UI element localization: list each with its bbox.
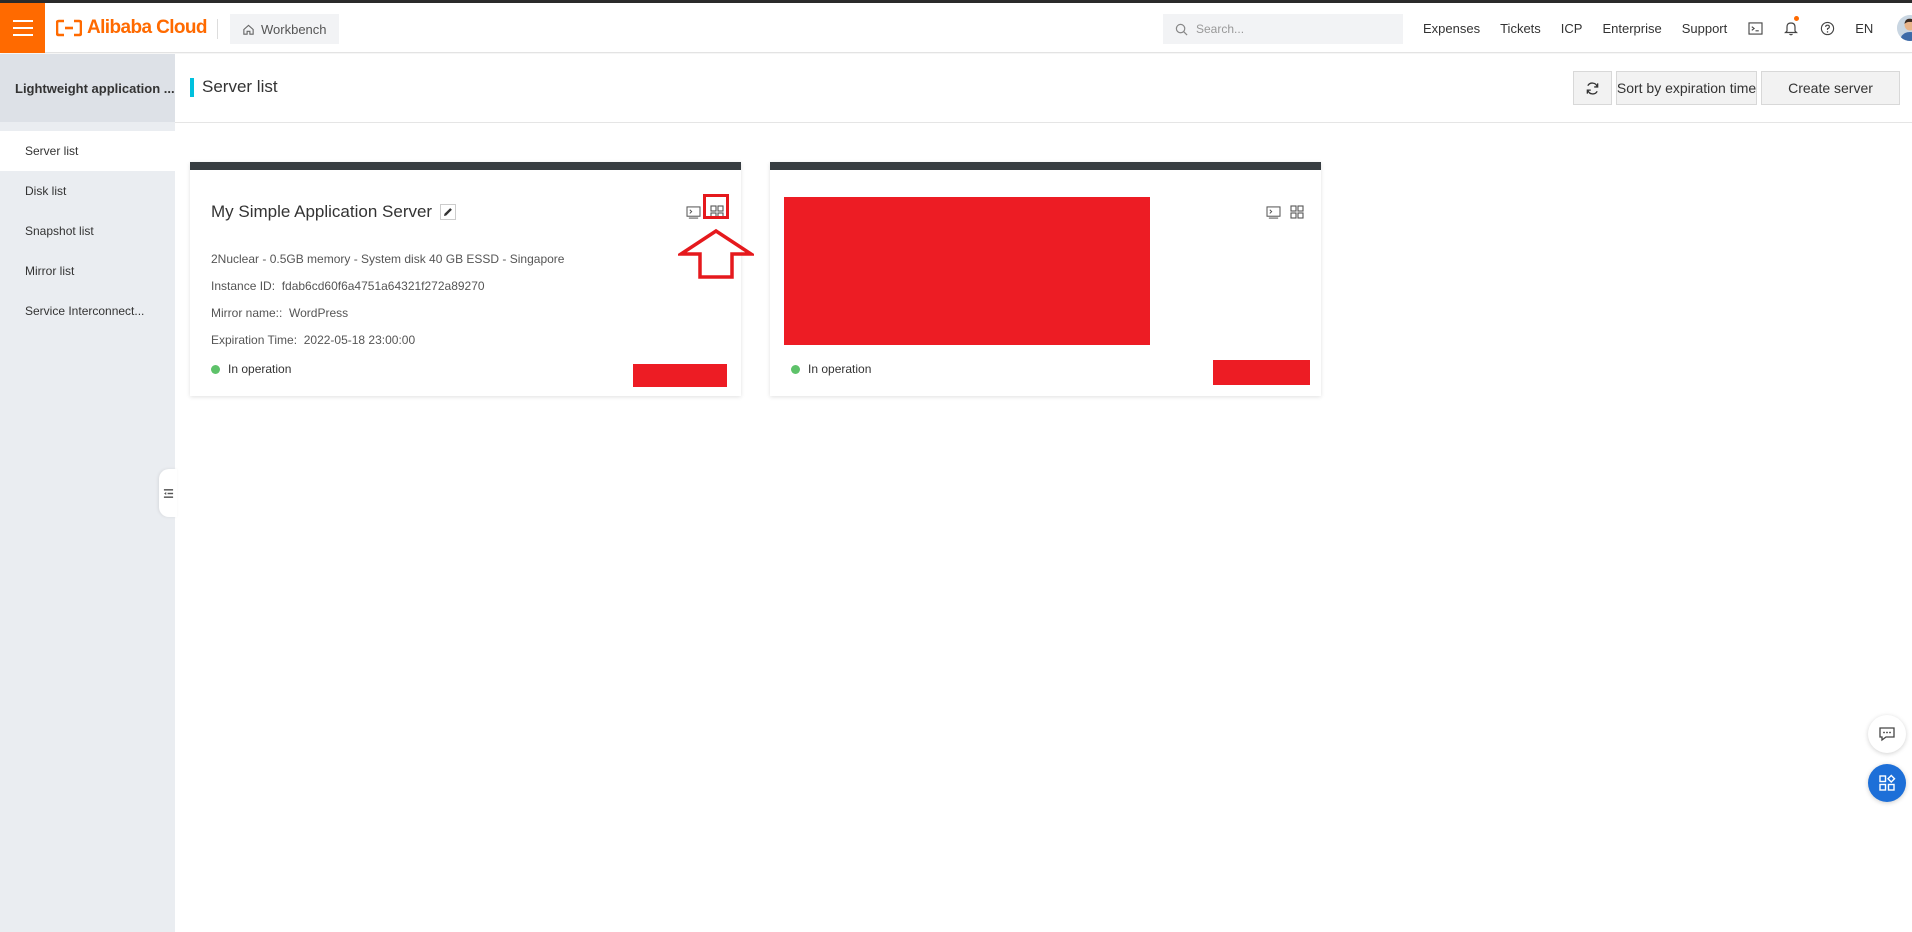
feedback-button[interactable] xyxy=(1868,715,1906,753)
server-card[interactable]: My Simple Application Server 2Nuclear - xyxy=(190,162,741,396)
status-dot xyxy=(791,364,800,374)
pencil-icon xyxy=(444,208,452,216)
annotation-arrow-icon xyxy=(678,228,754,279)
workbench-label: Workbench xyxy=(261,21,327,37)
help-icon xyxy=(1820,21,1834,35)
alibaba-cloud-logo[interactable]: Alibaba Cloud xyxy=(56,15,208,41)
quick-apps-button[interactable] xyxy=(1868,764,1906,802)
title-accent xyxy=(190,78,194,97)
home-icon xyxy=(243,24,254,35)
nav-icp[interactable]: ICP xyxy=(1561,21,1583,36)
spec-expiration: Expiration Time: 2022-05-18 23:00:00 xyxy=(211,327,564,354)
status-dot xyxy=(211,364,220,374)
avatar[interactable] xyxy=(1897,15,1912,41)
logo-icon xyxy=(56,19,82,37)
terminal-button[interactable] xyxy=(1737,3,1773,53)
top-bar: Alibaba Cloud Workbench Expenses Tickets… xyxy=(0,3,1912,53)
app-details-button[interactable] xyxy=(1289,204,1305,220)
logo-text: Alibaba Cloud xyxy=(87,17,208,38)
grid-icon xyxy=(1290,205,1304,219)
nav-support[interactable]: Support xyxy=(1682,21,1728,36)
create-server-button[interactable]: Create server xyxy=(1761,71,1900,105)
help-button[interactable] xyxy=(1809,3,1845,53)
sidebar: Lightweight application ... Server list … xyxy=(0,54,175,932)
redacted-area xyxy=(784,197,1150,345)
server-status: In operation xyxy=(791,362,871,376)
server-card[interactable]: In operation xyxy=(770,162,1321,396)
instance-id-label: Instance ID: xyxy=(211,279,276,293)
workbench-button[interactable]: Workbench xyxy=(230,14,339,44)
terminal-icon xyxy=(1748,21,1763,35)
sidebar-item-snapshot-list[interactable]: Snapshot list xyxy=(0,211,175,251)
terminal-icon xyxy=(685,205,701,219)
apps-icon xyxy=(1879,774,1896,791)
sort-by-expiration-button[interactable]: Sort by expiration time xyxy=(1616,71,1757,105)
status-text: In operation xyxy=(808,362,872,376)
remote-connect-button[interactable] xyxy=(1265,204,1281,220)
page-header: Server list Sort by expiration time Crea… xyxy=(175,54,1912,123)
sidebar-item-disk-list[interactable]: Disk list xyxy=(0,171,175,211)
annotation-highlight-box xyxy=(703,194,729,219)
chat-icon xyxy=(1879,727,1895,742)
expiration-label: Expiration Time: xyxy=(211,333,298,347)
language-switch[interactable]: EN xyxy=(1855,21,1873,36)
card-actions xyxy=(1265,204,1305,220)
page-title: Server list xyxy=(202,77,278,96)
instance-id-value: fdab6cd60f6a4751a64321f272a89270 xyxy=(281,279,485,293)
server-specs: 2Nuclear - 0.5GB memory - System disk 40… xyxy=(211,246,564,354)
nav-enterprise[interactable]: Enterprise xyxy=(1602,21,1661,36)
refresh-button[interactable] xyxy=(1573,71,1612,105)
spec-instance-id: Instance ID: fdab6cd60f6a4751a64321f272a… xyxy=(211,273,564,300)
redacted-area xyxy=(633,364,727,387)
topbar-divider xyxy=(217,19,218,39)
server-status: In operation xyxy=(211,362,291,376)
sidebar-item-server-list[interactable]: Server list xyxy=(0,131,175,171)
nav-tickets[interactable]: Tickets xyxy=(1500,21,1541,36)
search-icon xyxy=(1175,23,1188,35)
remote-connect-button[interactable] xyxy=(685,204,701,220)
sidebar-title[interactable]: Lightweight application ... xyxy=(0,54,175,122)
search-box[interactable] xyxy=(1163,14,1403,44)
spec-mirror: Mirror name:: WordPress xyxy=(211,300,564,327)
edit-name-button[interactable] xyxy=(440,204,457,220)
bell-icon xyxy=(1784,22,1799,36)
menu-button[interactable] xyxy=(0,3,45,53)
refresh-icon xyxy=(1586,81,1599,95)
collapse-icon xyxy=(163,488,173,498)
notification-dot xyxy=(1794,16,1800,21)
top-nav: Expenses Tickets ICP Enterprise Support xyxy=(1413,3,1912,53)
sidebar-item-service-interconnect[interactable]: Service Interconnect... xyxy=(0,291,175,331)
nav-expenses[interactable]: Expenses xyxy=(1423,21,1480,36)
notifications-button[interactable] xyxy=(1773,3,1809,53)
sidebar-item-mirror-list[interactable]: Mirror list xyxy=(0,251,175,291)
sidebar-collapse-button[interactable] xyxy=(159,469,177,517)
status-text: In operation xyxy=(228,362,292,376)
server-name[interactable]: My Simple Application Server xyxy=(211,202,432,222)
sidebar-menu: Server list Disk list Snapshot list Mirr… xyxy=(0,122,175,331)
server-card-title: My Simple Application Server xyxy=(211,202,457,222)
search-input[interactable] xyxy=(1196,22,1396,36)
terminal-icon xyxy=(1265,205,1281,219)
user-avatar-icon xyxy=(1897,15,1912,41)
redacted-area xyxy=(1213,360,1310,385)
mirror-value: WordPress xyxy=(289,306,349,320)
mirror-label: Mirror name:: xyxy=(211,306,283,320)
spec-config: 2Nuclear - 0.5GB memory - System disk 40… xyxy=(211,252,565,266)
expiration-value: 2022-05-18 23:00:00 xyxy=(303,333,416,347)
